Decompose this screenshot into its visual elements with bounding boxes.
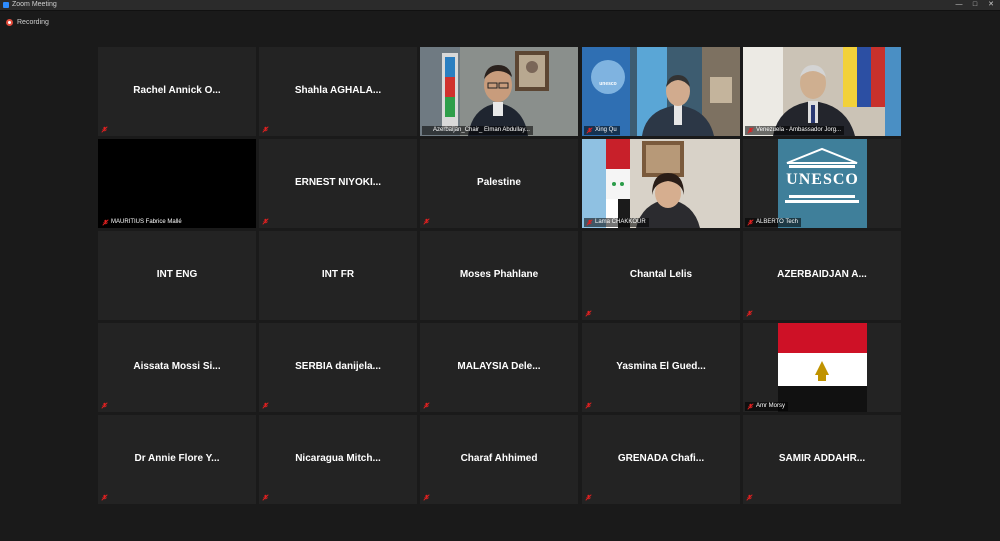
participant-tile[interactable]: SAMIR ADDAHR...	[743, 415, 901, 504]
recording-indicator[interactable]: Recording	[6, 17, 49, 27]
participant-tile[interactable]: INT ENG	[98, 231, 256, 320]
participant-tile[interactable]: Nicaragua Mitch...	[259, 415, 417, 504]
window-controls: — □ ✕	[954, 0, 996, 10]
participant-tile[interactable]: Shahla AGHALA...	[259, 47, 417, 136]
participant-name: INT ENG	[156, 269, 198, 280]
muted-mic-icon	[423, 494, 430, 501]
participant-name: SAMIR ADDAHR...	[778, 453, 866, 464]
participant-tile[interactable]: GRENADA Chafi...	[582, 415, 740, 504]
participant-name: Dr Annie Flore Y...	[134, 453, 220, 464]
participant-name: Palestine	[477, 177, 521, 188]
participant-name: Yasmina El Gued...	[616, 361, 706, 372]
muted-mic-icon	[262, 218, 269, 225]
participant-tile[interactable]: UNESCO ALBERTO Tech	[743, 139, 901, 228]
participant-tile[interactable]: SERBIA danijela...	[259, 323, 417, 412]
participant-tile[interactable]: Dr Annie Flore Y...	[98, 415, 256, 504]
muted-mic-icon	[747, 219, 754, 226]
participant-label: Azerbaijan_Chair_ Elman Abdullay...	[422, 126, 533, 135]
participant-tile[interactable]: Amr Morsy	[743, 323, 901, 412]
participant-video-tile[interactable]: Venezuela - Ambassador Jorg...	[743, 47, 901, 136]
participant-name: Chantal Lelis	[629, 269, 693, 280]
video-feed	[582, 47, 740, 136]
muted-mic-icon	[586, 127, 593, 134]
participant-label: Venezuela - Ambassador Jorg...	[745, 126, 845, 135]
participant-label: MAURITIUS Fabrice Mallé	[100, 218, 185, 227]
muted-mic-icon	[102, 219, 109, 226]
minimize-button[interactable]: —	[954, 0, 964, 10]
participant-tile[interactable]: Rachel Annick O...	[98, 47, 256, 136]
participant-tile[interactable]: ERNEST NIYOKI...	[259, 139, 417, 228]
muted-mic-icon	[585, 402, 592, 409]
muted-mic-icon	[746, 310, 753, 317]
participant-label: Lama CHAKKOUR	[584, 218, 649, 227]
participant-name: GRENADA Chafi...	[617, 453, 705, 464]
participant-tile[interactable]: INT FR	[259, 231, 417, 320]
participant-tile[interactable]: Chantal Lelis	[582, 231, 740, 320]
participant-video-tile[interactable]: unesco Xing Qu	[582, 47, 740, 136]
participant-name: Nicaragua Mitch...	[295, 453, 381, 464]
participant-tile[interactable]: Charaf Ahhimed	[420, 415, 578, 504]
participant-name: AZERBAIDJAN A...	[777, 269, 867, 280]
muted-mic-icon	[423, 218, 430, 225]
participant-label: ALBERTO Tech	[745, 218, 802, 227]
participant-name: Charaf Ahhimed	[460, 453, 538, 464]
participant-name: INT FR	[321, 269, 355, 280]
muted-mic-icon	[101, 402, 108, 409]
participant-tile[interactable]: Moses Phahlane	[420, 231, 578, 320]
participant-label: Xing Qu	[584, 126, 620, 135]
un-logo-text: unesco	[599, 81, 617, 87]
muted-mic-icon	[101, 126, 108, 133]
participant-name: Aissata Mossi Si...	[133, 361, 221, 372]
muted-mic-icon	[585, 310, 592, 317]
recording-label: Recording	[17, 18, 49, 26]
participant-tile[interactable]: MAURITIUS Fabrice Mallé	[98, 139, 256, 228]
muted-mic-icon	[747, 127, 754, 134]
muted-mic-icon	[747, 403, 754, 410]
participant-name: SERBIA danijela...	[295, 361, 381, 372]
muted-mic-icon	[423, 402, 430, 409]
participant-name: ERNEST NIYOKI...	[294, 177, 382, 188]
participant-video-tile[interactable]: Lama CHAKKOUR	[582, 139, 740, 228]
muted-mic-icon	[262, 126, 269, 133]
participant-label: Amr Morsy	[745, 402, 788, 411]
participant-tile[interactable]: MALAYSIA Dele...	[420, 323, 578, 412]
muted-mic-icon	[262, 402, 269, 409]
video-feed	[420, 47, 578, 136]
muted-mic-icon	[585, 494, 592, 501]
participant-name: Rachel Annick O...	[133, 85, 221, 96]
participant-name: Shahla AGHALA...	[294, 85, 382, 96]
muted-mic-icon	[746, 494, 753, 501]
egypt-flag-image	[743, 323, 901, 412]
participant-name: Moses Phahlane	[459, 269, 539, 280]
record-icon	[6, 18, 13, 26]
unesco-logo-text: UNESCO	[786, 171, 859, 188]
video-feed	[582, 139, 740, 228]
participant-tile[interactable]: AZERBAIDJAN A...	[743, 231, 901, 320]
muted-mic-icon	[586, 219, 593, 226]
participant-tile[interactable]: Palestine	[420, 139, 578, 228]
maximize-button[interactable]: □	[970, 0, 980, 10]
muted-mic-icon	[262, 494, 269, 501]
muted-mic-icon	[101, 494, 108, 501]
window-title: Zoom Meeting	[12, 1, 57, 8]
participant-tile[interactable]: Yasmina El Gued...	[582, 323, 740, 412]
participant-video-tile-active-speaker[interactable]: Azerbaijan_Chair_ Elman Abdullay...	[420, 47, 578, 136]
close-button[interactable]: ✕	[986, 0, 996, 10]
video-feed	[743, 47, 901, 136]
zoom-app-icon	[3, 2, 9, 8]
participant-name: MALAYSIA Dele...	[457, 361, 541, 372]
title-bar: Zoom Meeting — □ ✕	[0, 0, 1000, 11]
participant-tile[interactable]: Aissata Mossi Si...	[98, 323, 256, 412]
